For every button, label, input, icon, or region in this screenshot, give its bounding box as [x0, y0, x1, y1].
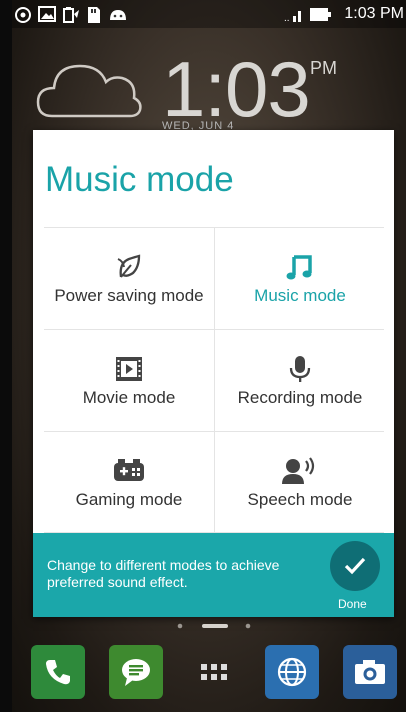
- mode-label: Recording mode: [237, 388, 363, 407]
- image-icon: [38, 6, 56, 22]
- microphone-icon: [287, 354, 313, 384]
- status-bar: .. 1:03 PM: [12, 0, 406, 28]
- phone-icon: [46, 660, 70, 685]
- mode-label: Gaming mode: [75, 490, 183, 509]
- browser-app-icon[interactable]: [265, 645, 319, 699]
- mode-gaming[interactable]: Gaming mode: [44, 432, 214, 533]
- mode-power-saving[interactable]: Power saving mode: [44, 228, 214, 329]
- phone-app-icon[interactable]: [31, 645, 85, 699]
- hint-bar: Change to different modes to achieve pre…: [33, 533, 394, 617]
- film-icon: [114, 354, 144, 384]
- mode-recording[interactable]: Recording mode: [215, 330, 385, 431]
- cloud-icon: [36, 64, 142, 118]
- clock-widget[interactable]: 1:03 PM WED, JUN 4: [12, 40, 406, 140]
- browser-icon: [277, 657, 307, 687]
- speaker-person-icon: [280, 456, 320, 486]
- app-drawer-button[interactable]: [187, 645, 241, 699]
- gamepad-icon: [112, 456, 146, 486]
- settings-icon: [15, 7, 31, 23]
- battery-icon: [310, 8, 331, 21]
- battery-saver-icon: [63, 7, 79, 23]
- mode-grid: Power saving mode Music mode Movie mode: [44, 227, 384, 533]
- home-screen: .. 1:03 PM 1:03 PM WED, JUN 4 Music mode…: [12, 0, 406, 712]
- app-drawer-icon: [201, 664, 227, 680]
- android-icon: [110, 10, 126, 20]
- mode-music[interactable]: Music mode: [215, 228, 385, 329]
- mode-label: Music mode: [254, 286, 346, 305]
- page-indicator: [12, 618, 406, 629]
- status-time: 1:03 PM: [344, 5, 404, 22]
- messages-icon: [122, 659, 150, 686]
- mode-movie[interactable]: Movie mode: [44, 330, 214, 431]
- mode-label: Power saving mode: [54, 286, 204, 305]
- dialog-title: Music mode: [45, 160, 234, 199]
- messages-app-icon[interactable]: [109, 645, 163, 699]
- camera-app-icon[interactable]: [343, 645, 397, 699]
- camera-icon: [355, 660, 385, 684]
- mode-speech[interactable]: Speech mode: [215, 432, 385, 533]
- mode-label: Speech mode: [247, 490, 353, 509]
- mode-label: Movie mode: [82, 388, 176, 407]
- done-label[interactable]: Done: [338, 597, 367, 611]
- audio-wizard-dialog: Music mode Power saving mode Music mode: [33, 130, 394, 617]
- page-dots-icon: [177, 623, 251, 629]
- sd-card-icon: [88, 7, 100, 23]
- done-button[interactable]: [330, 541, 380, 591]
- clock-ampm: PM: [310, 58, 337, 78]
- check-icon: [344, 557, 366, 575]
- signal-icon: ..: [284, 11, 301, 22]
- hint-text: Change to different modes to achieve pre…: [47, 557, 280, 590]
- svg-text:..: ..: [284, 13, 290, 22]
- leaf-icon: [115, 252, 143, 282]
- music-note-icon: [285, 252, 315, 282]
